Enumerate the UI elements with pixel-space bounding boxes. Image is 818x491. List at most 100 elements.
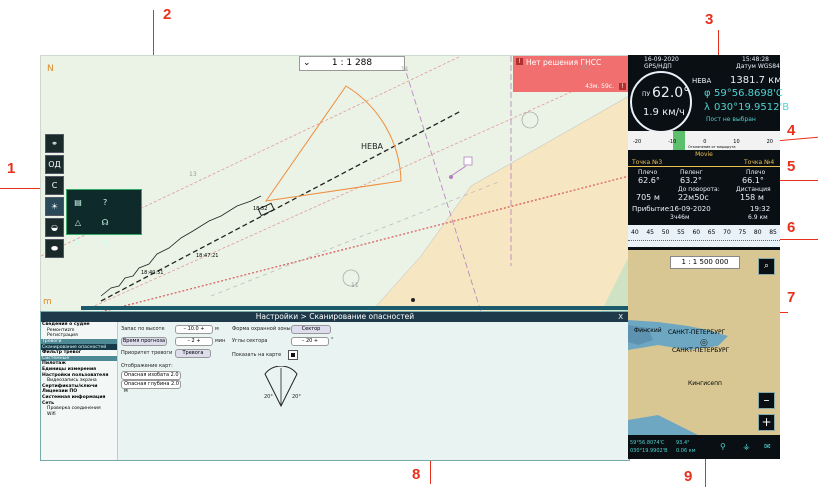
show-on-chart-label: Показать на карте <box>232 352 282 358</box>
callout-1: 1 <box>7 160 16 177</box>
latitude: 59°56.8698'С <box>714 88 783 99</box>
shoulder-label: Плечо <box>638 169 658 176</box>
city-label: САНКТ-ПЕТЕРБУРГ <box>672 347 730 354</box>
gnss-alarm[interactable]: ! Нет решения ГНСС 43м. 59с. ! <box>513 56 628 92</box>
list-icon[interactable]: ▤ <box>67 198 89 210</box>
timeline-bar[interactable] <box>81 306 629 310</box>
tool-popup: ▤ ? △ ☊ ⇅ ⊘ <box>66 189 142 247</box>
sector-angles-label: Углы сектора <box>232 338 268 344</box>
gnss-alarm-title: Нет решения ГНСС <box>526 58 602 67</box>
settings-menu-item[interactable]: Системная информация <box>41 395 117 401</box>
c-mode-button[interactable]: C <box>45 176 64 195</box>
distance-value: 1381.7 км <box>730 75 782 86</box>
settings-menu-item[interactable]: Wifi <box>41 412 117 418</box>
zoom-out-button[interactable]: – <box>758 392 775 409</box>
callout-4: 4 <box>787 122 796 139</box>
bearing-value: 63.2° <box>680 176 702 185</box>
deviation-caption: Отклонение от маршрута <box>688 145 736 149</box>
track-time-label: 18:40:51 <box>141 270 164 276</box>
port-status: Пост не выбран <box>706 116 756 123</box>
display-label: Отображение карт: <box>121 363 173 369</box>
track-time-label: 18:47:21 <box>196 253 219 259</box>
sector-angles-unit: ° <box>331 337 334 343</box>
satellite-icon[interactable]: ⚲ <box>720 442 726 451</box>
bearing-label: Пеленг <box>680 169 703 176</box>
chart-marker: m <box>43 297 52 307</box>
ship-icon[interactable]: ⬬ <box>45 239 64 258</box>
sector-angles-stepper[interactable]: – 20 + <box>291 337 329 346</box>
sector-preview-icon <box>264 366 298 408</box>
close-icon[interactable]: X <box>618 312 623 322</box>
zoom-in-button[interactable]: + <box>758 414 775 431</box>
depth-label: 11 <box>581 64 589 71</box>
route-icon[interactable]: ☊ <box>94 218 116 230</box>
alarm-icon: ! <box>516 58 523 65</box>
track-time-label: 18:52 <box>253 206 268 212</box>
nautical-chart[interactable]: ⌄ 1 : 1 288 N ! Нет решения ГНСС 43м. 59… <box>40 55 630 313</box>
status-speed: 0.06 км <box>676 448 696 454</box>
status-heading: 93.4° <box>676 440 690 446</box>
chart-scale[interactable]: ⌄ 1 : 1 288 <box>299 56 405 71</box>
to-turn-value: 22м50с <box>678 193 709 202</box>
help-icon[interactable]: ? <box>94 198 116 210</box>
time: 15:48:28 <box>742 56 769 63</box>
settings-menu: Сведения о судне Ремонтиzm Регистрация Трев… <box>41 322 118 460</box>
forecast-time-unit: мин <box>215 338 226 344</box>
longitude: 030°19.9512'В <box>714 102 790 113</box>
depth-label: 11 <box>351 282 359 289</box>
waypoint-from[interactable]: Точка №3 <box>632 159 662 166</box>
alarm-ack-icon[interactable]: ! <box>619 83 626 90</box>
layer-icon[interactable]: ◒ <box>45 218 64 237</box>
arrival-date: 16-09-2020 <box>670 205 711 213</box>
city-label: Финский <box>634 327 662 334</box>
height-margin-stepper[interactable]: – 10.0 + <box>175 325 213 334</box>
message-icon[interactable]: ✉ <box>764 442 771 451</box>
gps-source: GPS/НДП <box>644 63 672 70</box>
zone-shape-button[interactable]: Сектор <box>291 325 331 334</box>
distance-value: 158 м <box>740 193 764 202</box>
search-icon[interactable]: ⌕ <box>758 258 775 275</box>
arrival-distance: 6.9 км <box>748 214 768 221</box>
date: 16-09-2020 <box>644 56 679 63</box>
ship-position-icon: ◎ <box>700 338 708 348</box>
sector-right-angle: 20° <box>292 394 301 400</box>
no-entry-icon[interactable]: ⊘ <box>94 238 116 250</box>
settings-dialog: Настройки > Сканирование опасностей X Св… <box>40 311 630 461</box>
distance-left: 705 м <box>636 193 660 202</box>
lat-symbol: φ <box>704 88 711 99</box>
show-on-chart-checkbox[interactable] <box>288 350 298 360</box>
callout-9-line <box>705 455 706 487</box>
distance-label: Дистанция <box>736 186 771 193</box>
day-night-button[interactable]: OД <box>45 155 64 174</box>
callout-2: 2 <box>163 6 172 23</box>
alarm-priority-label: Приоритет тревоги <box>121 350 173 356</box>
height-margin-label: Запас по высоте <box>121 326 165 332</box>
swap-icon[interactable]: ⇅ <box>67 238 89 250</box>
triangle-icon[interactable]: △ <box>67 218 89 230</box>
chevron-down-icon: ⌄ <box>303 58 311 68</box>
brightness-icon[interactable]: ☀ <box>45 197 64 216</box>
city-label: САНКТ-ПЕТЕРБУРГ <box>668 329 726 336</box>
waypoint-to[interactable]: Точка №4 <box>744 159 774 166</box>
forecast-time-stepper[interactable]: – 2 + <box>175 337 213 346</box>
sector-left-angle: 20° <box>264 394 273 400</box>
course-value: 62.0° <box>652 85 691 101</box>
depth-field[interactable]: Опасная глубина 2.0 м <box>121 380 181 394</box>
north-indicator-icon: N <box>47 64 54 74</box>
overview-map-scale[interactable]: 1 : 1 500 000 <box>670 256 740 269</box>
speed-value: 1.9 км/ч <box>643 107 685 118</box>
forecast-time-button[interactable]: Время прогноза <box>121 337 167 346</box>
shoulder2-value: 66.1° <box>742 176 764 185</box>
compass-ring <box>630 71 692 133</box>
isobath-field[interactable]: Опасная изобата 2.0 м <box>121 371 181 385</box>
navigation-panel: 16-09-2020 15:48:28 GPS/НДП Датум WGS84 … <box>628 55 789 459</box>
alarm-priority-button[interactable]: Тревога <box>175 349 211 358</box>
overview-map[interactable]: 1 : 1 500 000 ⌕ Финский САНКТ-ПЕТЕРБУРГ … <box>628 250 780 435</box>
binoculars-icon[interactable]: ⚭ <box>45 134 64 153</box>
to-turn-label: До поворота: <box>678 186 720 193</box>
deviation-scale: -20 -10 0 10 20 Отклонение от маршрута <box>628 131 780 150</box>
antenna-icon[interactable]: ⚶ <box>743 442 750 451</box>
settings-title: Настройки > Сканирование опасностей <box>41 312 629 322</box>
arrival-duration: 3ч46м <box>670 214 690 221</box>
datum: Датум WGS84 <box>736 63 780 70</box>
